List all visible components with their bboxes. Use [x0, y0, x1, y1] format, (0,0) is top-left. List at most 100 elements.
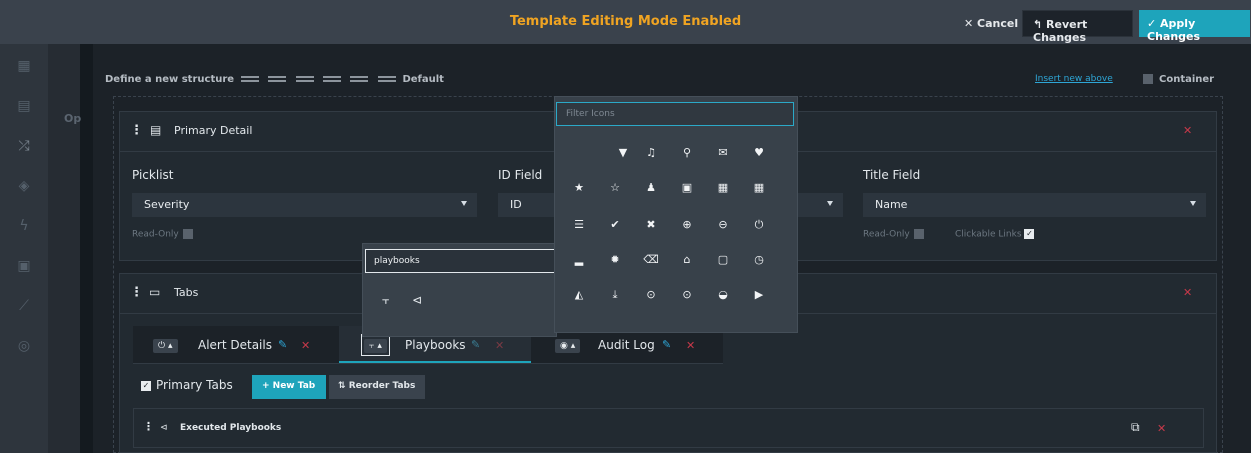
heart-icon[interactable]: ♥: [745, 142, 773, 164]
clickable-links-option[interactable]: Clickable Links ✓: [955, 229, 1035, 240]
detail-icon: ▤: [150, 123, 162, 137]
file-icon[interactable]: ▢: [709, 249, 737, 271]
grid-icon[interactable]: ▦: [14, 58, 34, 76]
container-option[interactable]: Container: [1143, 74, 1214, 85]
check-icon[interactable]: ✔: [601, 214, 629, 236]
briefcase-icon[interactable]: ▣: [14, 258, 34, 276]
close-icon[interactable]: ✕: [495, 339, 504, 352]
download-circle-icon[interactable]: ⊙: [637, 284, 665, 306]
bolt-icon[interactable]: ϟ: [14, 218, 34, 236]
chevron-down-icon: [1190, 201, 1196, 206]
read-only-checkbox[interactable]: [913, 229, 924, 239]
drag-handle-icon[interactable]: ⋮: [130, 123, 143, 138]
trash-icon[interactable]: ⌫: [637, 249, 665, 271]
upload-circle-icon[interactable]: ⊙: [673, 284, 701, 306]
times-icon[interactable]: ✖: [637, 214, 665, 236]
chart-icon[interactable]: ⟋: [14, 298, 34, 316]
tab-icon-selector[interactable]: ◉ ▴: [555, 339, 581, 353]
apply-changes-button[interactable]: ✓ Apply Changes: [1139, 10, 1250, 43]
close-icon[interactable]: ✕: [686, 339, 695, 352]
clock-icon[interactable]: ◷: [745, 249, 773, 271]
zoom-in-icon[interactable]: ⊕: [673, 214, 701, 236]
chevron-down-icon: [827, 201, 833, 206]
insert-link[interactable]: Insert new above: [1035, 74, 1113, 84]
new-tab-button[interactable]: + New Tab: [252, 375, 326, 399]
envelope-icon[interactable]: ✉: [709, 142, 737, 164]
remove-panel-icon[interactable]: ✕: [1183, 124, 1192, 137]
icon-search-input[interactable]: playbooks: [365, 249, 555, 273]
shuffle-icon[interactable]: ⤮: [14, 138, 34, 156]
zoom-out-icon[interactable]: ⊖: [709, 214, 737, 236]
container-checkbox[interactable]: [1143, 74, 1153, 84]
primary-tabs-option[interactable]: ✓ Primary Tabs: [141, 378, 233, 392]
read-only-option[interactable]: Read-Only: [132, 229, 193, 240]
road-icon[interactable]: ◭: [565, 284, 593, 306]
chevron-down-icon: [461, 201, 467, 206]
layout-option-3[interactable]: [295, 76, 314, 82]
read-only-checkbox[interactable]: [182, 229, 193, 239]
field-label: ID Field: [498, 168, 543, 182]
edit-icon[interactable]: ✎: [662, 338, 671, 351]
close-icon[interactable]: ✕: [301, 339, 310, 352]
panel-title: Primary Detail: [174, 124, 253, 137]
search-icon[interactable]: ⚲: [673, 142, 701, 164]
picklist-select[interactable]: Severity: [132, 193, 477, 217]
layout-option-5[interactable]: [350, 76, 369, 82]
playbook-icon: ⊲: [160, 423, 168, 433]
settings-icon[interactable]: ◎: [14, 338, 34, 356]
primary-tabs-checkbox[interactable]: ✓: [141, 380, 151, 391]
th-list-icon[interactable]: ☰: [565, 214, 593, 236]
playbook-run-icon[interactable]: ⊲: [412, 293, 422, 307]
read-only-option[interactable]: Read-Only: [863, 229, 924, 240]
layout-default[interactable]: Default: [402, 74, 444, 85]
film-icon[interactable]: ▣: [673, 177, 701, 199]
edit-icon[interactable]: ✎: [471, 338, 480, 351]
duplicate-icon[interactable]: ⧉: [1131, 420, 1140, 435]
revert-changes-button[interactable]: ↰ Revert Changes: [1022, 10, 1133, 44]
music-icon[interactable]: ♫: [637, 142, 665, 164]
reorder-tabs-button[interactable]: ⇅ Reorder Tabs: [329, 375, 425, 399]
signal-icon[interactable]: ▂: [565, 249, 593, 271]
user-icon[interactable]: ♟: [637, 177, 665, 199]
cancel-button[interactable]: ✕ Cancel: [964, 17, 1018, 30]
tab-icon-selector[interactable]: ⏻ ▴: [153, 339, 178, 353]
sort-icon: ⇅: [338, 381, 349, 391]
panel-title: Tabs: [174, 286, 199, 299]
filter-icons-input[interactable]: Filter Icons: [556, 102, 794, 126]
section-row: [133, 408, 1204, 448]
drag-handle-icon[interactable]: ⋮: [143, 420, 154, 433]
undo-icon: ↰: [1033, 18, 1047, 31]
download-icon[interactable]: ⤓: [601, 284, 629, 306]
layout-option-4[interactable]: [323, 76, 341, 82]
icon-picker: ▼ ♫ ⚲ ✉ ♥ ★ ☆ ♟ ▣ ▦ ▦ ☰ ✔ ✖ ⊕ ⊖ ⏻ ▂ ✹ ⌫ …: [554, 96, 798, 333]
shield-icon[interactable]: ◈: [14, 178, 34, 196]
drag-handle-icon[interactable]: ⋮: [130, 285, 143, 300]
layout-option-6[interactable]: [377, 76, 396, 82]
th-large-icon[interactable]: ▦: [709, 177, 737, 199]
field-label: Picklist: [132, 168, 174, 182]
tab-alert-details[interactable]: ⏻ ▴ Alert Details ✎ ✕: [143, 326, 339, 363]
filter-icon[interactable]: ▼: [609, 142, 637, 164]
power-icon[interactable]: ⏻: [745, 214, 773, 236]
layers-icon[interactable]: ▤: [14, 98, 34, 116]
playbook-tree-icon[interactable]: ⫟: [382, 293, 389, 308]
clickable-links-checkbox[interactable]: ✓: [1024, 229, 1035, 239]
remove-panel-icon[interactable]: ✕: [1183, 286, 1192, 299]
close-icon: ✕: [964, 17, 978, 30]
cog-icon[interactable]: ✹: [601, 249, 629, 271]
layout-option-2[interactable]: [268, 76, 287, 82]
title-field-select[interactable]: Name: [863, 193, 1206, 217]
edit-icon[interactable]: ✎: [278, 338, 287, 351]
play-circle-icon[interactable]: ▶: [745, 284, 773, 306]
field-label: Title Field: [863, 168, 921, 182]
star-icon[interactable]: ★: [565, 177, 593, 199]
inbox-icon[interactable]: ◒: [709, 284, 737, 306]
remove-section-icon[interactable]: ✕: [1157, 422, 1166, 435]
star-outline-icon[interactable]: ☆: [601, 177, 629, 199]
secondary-nav: [48, 44, 80, 453]
layout-option-1[interactable]: [240, 76, 259, 82]
structure-label: Define a new structure: [105, 74, 235, 85]
tab-icon-selector[interactable]: ⫟ ▴: [364, 339, 387, 353]
home-icon[interactable]: ⌂: [673, 249, 701, 271]
th-icon[interactable]: ▦: [745, 177, 773, 199]
